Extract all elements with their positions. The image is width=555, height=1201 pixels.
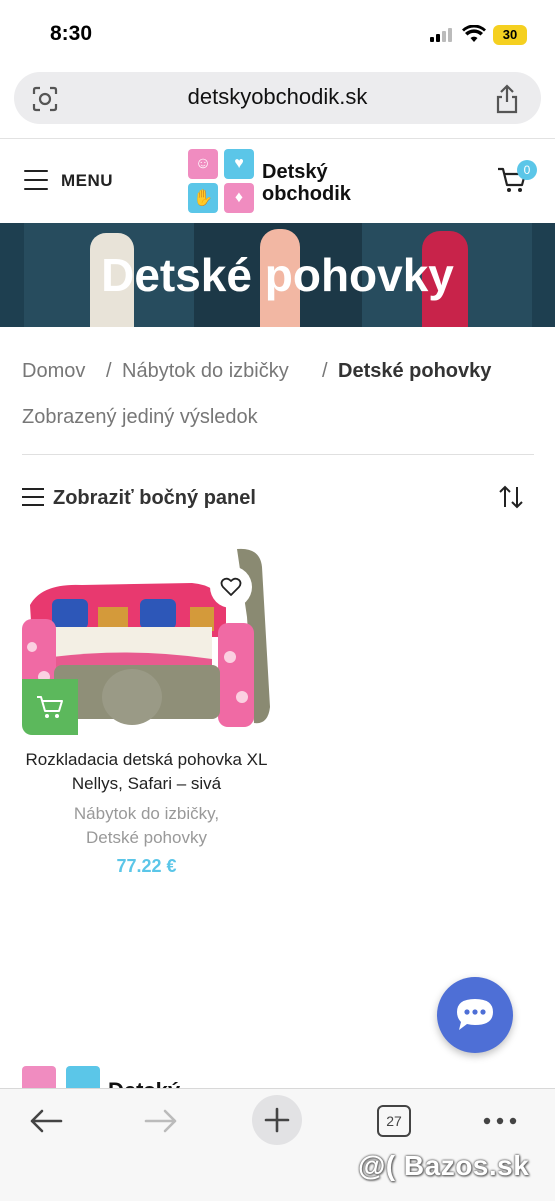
product-categories[interactable]: Nábytok do izbičky, Detské pohovky xyxy=(22,802,271,850)
forward-button[interactable] xyxy=(141,1100,181,1142)
sidebar-toggle-button[interactable]: Zobraziť bočný panel xyxy=(53,487,256,510)
page-title: Detské pohovky xyxy=(101,249,454,301)
url-text[interactable]: detskyobchodik.sk xyxy=(0,84,555,110)
breadcrumb-home[interactable]: Domov xyxy=(22,360,85,383)
footer-logo-text: Detský xyxy=(108,1078,180,1088)
product-price: 77.22 € xyxy=(116,856,177,876)
back-arrow-icon xyxy=(30,1109,63,1133)
chat-bubble-icon xyxy=(457,999,493,1030)
forward-arrow-icon xyxy=(144,1109,177,1133)
hamburger-icon[interactable] xyxy=(24,170,48,190)
product-title[interactable]: Rozkladacia detská pohovka XL Nellys, Sa… xyxy=(22,748,271,796)
logo-line1: Detský xyxy=(262,161,328,183)
chat-button[interactable] xyxy=(437,977,513,1053)
product-category-2[interactable]: Detské pohovky xyxy=(22,826,271,850)
menu-button[interactable]: MENU xyxy=(61,171,113,191)
divider xyxy=(22,454,534,455)
more-menu-button[interactable] xyxy=(480,1100,520,1142)
plus-icon xyxy=(264,1107,290,1133)
product-title-line2: Nellys, Safari – sivá xyxy=(71,774,222,793)
new-tab-button[interactable] xyxy=(252,1095,302,1145)
site-logo[interactable]: ☺ ♥ ✋ ♦ xyxy=(188,149,256,213)
add-to-cart-button[interactable] xyxy=(22,679,78,735)
breadcrumb-parent[interactable]: Nábytok do izbičky xyxy=(122,360,289,383)
product-category-1[interactable]: Nábytok do izbičky, xyxy=(22,802,271,826)
divider xyxy=(0,138,555,139)
tab-count: 27 xyxy=(377,1105,411,1137)
logo-line2: obchodik xyxy=(262,183,351,205)
footer-logo[interactable]: Detský xyxy=(22,1066,272,1088)
breadcrumb-separator: / xyxy=(322,360,328,382)
result-count: Zobrazený jediný výsledok xyxy=(22,406,258,428)
back-button[interactable] xyxy=(26,1100,66,1142)
sort-icon[interactable] xyxy=(498,485,524,509)
tabs-button[interactable]: 27 xyxy=(376,1100,412,1142)
more-dots-icon xyxy=(483,1117,517,1125)
heart-icon xyxy=(220,577,242,596)
breadcrumb-separator: / xyxy=(106,360,112,382)
signal-icon xyxy=(430,28,452,42)
share-icon[interactable] xyxy=(495,84,519,114)
product-title-line1: Rozkladacia detská pohovka XL xyxy=(25,750,268,769)
status-time: 8:30 xyxy=(50,22,93,45)
wifi-icon xyxy=(462,25,486,42)
logo-text[interactable]: Detský obchodik xyxy=(262,161,351,205)
battery-indicator: 30 xyxy=(493,25,527,45)
breadcrumb-current: Detské pohovky xyxy=(338,360,492,382)
sidebar-toggle-icon[interactable] xyxy=(22,488,44,506)
wishlist-button[interactable] xyxy=(210,566,252,608)
watermark: @( Bazos.sk xyxy=(358,1150,530,1181)
cart-count-badge: 0 xyxy=(517,160,537,180)
cart-icon xyxy=(37,696,63,718)
